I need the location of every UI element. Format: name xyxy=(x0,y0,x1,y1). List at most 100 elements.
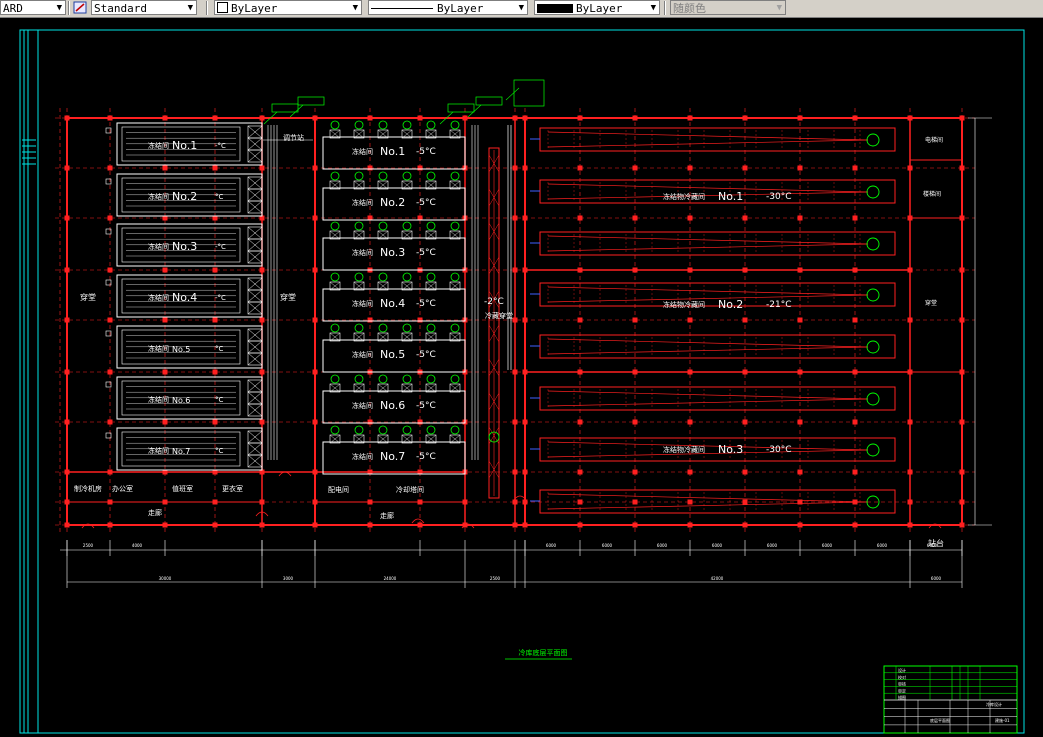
structural-column xyxy=(959,215,965,221)
fan-unit-icon xyxy=(378,171,388,181)
structural-column xyxy=(212,499,218,505)
structural-column xyxy=(312,469,318,475)
structural-column xyxy=(852,165,858,171)
structural-column xyxy=(522,369,528,375)
plot-style-select[interactable]: 随颜色 ▼ xyxy=(670,0,786,15)
properties-toolbar: ARD ▼ Standard ▼ ByLayer ▼ ByLayer ▼ ByL… xyxy=(0,0,1043,18)
fan-unit-icon xyxy=(330,272,340,282)
structural-column xyxy=(259,419,265,425)
structural-column xyxy=(64,419,70,425)
structural-column xyxy=(959,522,965,528)
structural-column xyxy=(259,369,265,375)
rack-diagonal xyxy=(547,398,869,407)
room-number: No.1 xyxy=(172,139,197,152)
dim-style-icon[interactable] xyxy=(73,0,88,15)
annotation-tag xyxy=(513,79,545,107)
bottom-room-label: 配电间 xyxy=(328,485,349,494)
room-name: 冻结间 xyxy=(148,293,169,302)
fan-unit-icon xyxy=(402,272,412,282)
structural-column xyxy=(162,469,168,475)
structural-column xyxy=(107,115,113,121)
color-select[interactable]: ByLayer ▼ xyxy=(214,0,362,15)
title-block-label: 审核 xyxy=(898,681,906,687)
fan-unit-icon xyxy=(378,323,388,333)
structural-column xyxy=(259,215,265,221)
structural-column xyxy=(522,267,528,273)
room-number: No.2 xyxy=(172,190,197,203)
fan-unit-icon xyxy=(354,171,364,181)
structural-column xyxy=(64,115,70,121)
structural-column xyxy=(367,499,373,505)
plot-style-value: 随颜色 xyxy=(673,2,706,15)
door-swing xyxy=(411,518,425,524)
rack-diagonal xyxy=(547,131,869,141)
rack-diagonal xyxy=(547,183,869,193)
structural-column xyxy=(907,215,913,221)
cad-drawing-canvas[interactable]: 冻结间 No.1 -°C冻结间 No.2 °C冻结间 No.3 -°C冻结间 No.4 -°C冻… xyxy=(0,17,1043,737)
dim-style-select[interactable]: Standard ▼ xyxy=(91,0,197,15)
structural-column xyxy=(632,115,638,121)
structural-column xyxy=(742,215,748,221)
structural-column xyxy=(512,165,518,171)
bottom-room-label: 制冷机房 xyxy=(74,484,102,493)
room-temperature: -30°C xyxy=(766,445,791,455)
structural-column xyxy=(312,522,318,528)
linetype-select[interactable]: ByLayer ▼ xyxy=(368,0,528,15)
structural-column xyxy=(212,215,218,221)
annotation-leader xyxy=(505,87,520,101)
structural-column xyxy=(259,267,265,273)
room-number: No.6 xyxy=(172,396,190,405)
lineweight-select[interactable]: ByLayer ▼ xyxy=(534,0,660,15)
dimension-text: 3000 xyxy=(283,576,294,581)
room-number: No.3 xyxy=(172,240,197,253)
dimension-text: 30000 xyxy=(159,576,172,581)
rack-diagonal xyxy=(547,441,869,451)
drawing-frame xyxy=(19,29,1025,734)
structural-column xyxy=(632,317,638,323)
linetype-sample xyxy=(371,8,433,9)
structural-column xyxy=(522,215,528,221)
dim-style-value: Standard xyxy=(94,2,147,15)
inner-frame-border xyxy=(37,29,1025,734)
annotation-tag xyxy=(271,103,299,113)
structural-column xyxy=(162,522,168,528)
structural-column xyxy=(687,267,693,273)
room-name: 冻结物冷藏间 xyxy=(663,445,705,454)
structural-column xyxy=(959,267,965,273)
room-temperature: °C xyxy=(215,396,224,404)
bottom-room-label: 值班室 xyxy=(172,484,193,493)
rack-diagonal xyxy=(547,286,869,296)
text-style-select[interactable]: ARD ▼ xyxy=(0,0,66,15)
structural-column xyxy=(852,469,858,475)
cooler-icon xyxy=(866,443,880,457)
structural-column xyxy=(632,267,638,273)
structural-column xyxy=(312,317,318,323)
annotation-leader xyxy=(289,104,304,118)
structural-column xyxy=(687,215,693,221)
structural-column xyxy=(852,215,858,221)
chevron-down-icon: ▼ xyxy=(518,3,524,13)
room-number: No.6 xyxy=(380,399,405,412)
room-temperature: °C xyxy=(215,345,224,353)
structural-column xyxy=(107,215,113,221)
structural-column xyxy=(577,215,583,221)
fan-unit-icon xyxy=(426,272,436,282)
room-temperature: °C xyxy=(215,193,224,201)
fan-unit-icon xyxy=(354,221,364,231)
fan-unit-icon xyxy=(402,323,412,333)
room-name: 冻结间 xyxy=(352,299,373,308)
cooler-icon xyxy=(866,133,880,147)
dimension-text: 6000 xyxy=(877,543,888,548)
rack-diagonal xyxy=(547,493,869,503)
dimension-text: 2500 xyxy=(83,543,94,548)
drawing-title: 冷库底层平面图 xyxy=(519,648,568,657)
corridor-label: 穿堂 xyxy=(80,292,96,302)
floor-plan xyxy=(55,79,992,660)
fan-unit-icon xyxy=(378,272,388,282)
rack-diagonal xyxy=(547,449,869,458)
fan-unit-icon xyxy=(378,120,388,130)
linetype-value: ByLayer xyxy=(437,2,484,15)
fan-unit-icon xyxy=(450,374,460,384)
toolbar-divider xyxy=(206,1,208,15)
dimension-text: 6000 xyxy=(657,543,668,548)
